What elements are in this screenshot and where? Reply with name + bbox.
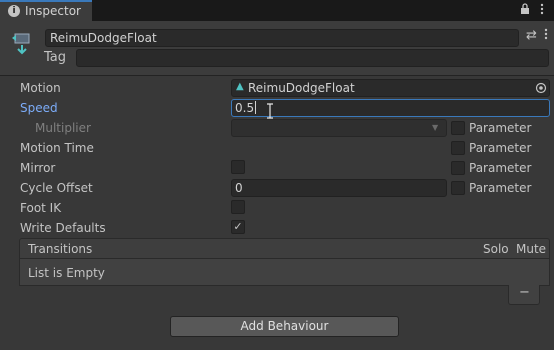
info-icon: i	[8, 5, 20, 17]
motion-time-label: Motion Time	[20, 141, 94, 155]
tag-field[interactable]	[76, 49, 549, 67]
kebab-menu-icon[interactable]	[540, 3, 544, 18]
speed-value: 0.5	[235, 101, 255, 115]
mirror-checkbox[interactable]	[231, 160, 245, 174]
add-behaviour-button[interactable]: Add Behaviour	[170, 316, 399, 337]
motion-time-parameter-checkbox[interactable]	[451, 141, 465, 155]
object-picker-icon[interactable]	[535, 82, 547, 94]
solo-column-header: Solo	[483, 242, 509, 256]
foot-ik-checkbox[interactable]	[231, 200, 245, 214]
mute-column-header: Mute	[516, 242, 547, 256]
animation-clip-icon: ▲	[236, 81, 244, 92]
mirror-parameter-checkbox[interactable]	[451, 161, 465, 175]
chevron-down-icon: ▼	[432, 123, 439, 132]
header-menu-icon[interactable]	[544, 28, 548, 43]
text-caret	[255, 101, 256, 114]
write-defaults-label: Write Defaults	[20, 221, 106, 235]
mirror-parameter-label: Parameter	[469, 161, 532, 175]
animator-state-icon	[8, 30, 36, 56]
tag-label: Tag	[44, 50, 67, 65]
foot-ik-label: Foot IK	[20, 201, 62, 215]
object-name-field[interactable]: ReimuDodgeFloat	[45, 29, 519, 47]
multiplier-parameter-checkbox[interactable]	[451, 121, 465, 135]
motion-label: Motion	[20, 81, 61, 95]
lock-icon[interactable]	[520, 3, 530, 18]
cycle-offset-label: Cycle Offset	[20, 181, 93, 195]
motion-time-parameter-label: Parameter	[469, 141, 532, 155]
checkmark-icon: ✓	[233, 220, 243, 233]
transitions-list-header: Transitions Solo Mute	[19, 238, 550, 259]
tab-inspector-label: Inspector	[25, 4, 81, 18]
transitions-list-body: List is Empty	[19, 258, 550, 286]
multiplier-parameter-label: Parameter	[469, 121, 532, 135]
object-name-value: ReimuDodgeFloat	[50, 31, 157, 45]
speed-input[interactable]: 0.5	[231, 99, 550, 117]
multiplier-label: Multiplier	[35, 121, 91, 135]
remove-transition-button[interactable]: −	[508, 285, 540, 305]
mirror-label: Mirror	[20, 161, 56, 175]
list-empty-text: List is Empty	[28, 266, 105, 280]
speed-label: Speed	[20, 101, 58, 115]
multiplier-dropdown[interactable]: ▼	[231, 119, 447, 137]
cycle-offset-parameter-label: Parameter	[469, 181, 532, 195]
cycle-offset-input[interactable]: 0	[231, 179, 447, 197]
transitions-title: Transitions	[28, 242, 93, 256]
minus-icon: −	[519, 285, 530, 300]
motion-object-field[interactable]: ▲ ReimuDodgeFloat	[231, 79, 550, 97]
cycle-offset-parameter-checkbox[interactable]	[451, 181, 465, 195]
write-defaults-checkbox[interactable]: ✓	[231, 220, 245, 234]
cycle-offset-value: 0	[235, 181, 243, 195]
settings-sliders-icon[interactable]: ⇄	[526, 28, 537, 43]
tab-inspector[interactable]: i Inspector	[0, 0, 92, 21]
motion-value: ReimuDodgeFloat	[248, 81, 355, 95]
